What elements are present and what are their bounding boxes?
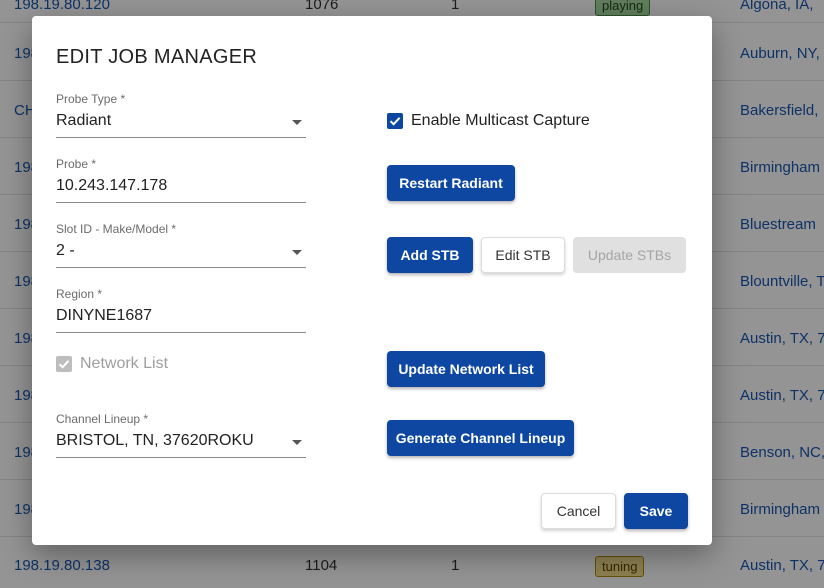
add-stb-button[interactable]: Add STB xyxy=(387,237,473,273)
field-underline xyxy=(56,457,306,458)
slot-id-select[interactable]: Slot ID - Make/Model * 2 - xyxy=(56,222,306,270)
probe-type-label: Probe Type * xyxy=(56,92,126,106)
field-underline xyxy=(56,137,306,138)
restart-radiant-button[interactable]: Restart Radiant xyxy=(387,165,515,201)
probe-input[interactable]: Probe * 10.243.147.178 xyxy=(56,157,306,205)
field-underline xyxy=(56,202,306,203)
field-underline xyxy=(56,332,306,333)
update-stbs-button[interactable]: Update STBs xyxy=(573,237,686,273)
channel-lineup-select[interactable]: Channel Lineup * BRISTOL, TN, 37620ROKU xyxy=(56,412,306,460)
channel-lineup-value: BRISTOL, TN, 37620ROKU xyxy=(56,432,254,449)
cancel-button[interactable]: Cancel xyxy=(541,493,616,529)
checkmark-icon xyxy=(58,360,70,369)
edit-stb-button[interactable]: Edit STB xyxy=(481,237,565,273)
dialog-title: EDIT JOB MANAGER xyxy=(56,46,258,68)
enable-multicast-label[interactable]: Enable Multicast Capture xyxy=(411,112,590,130)
update-network-list-button[interactable]: Update Network List xyxy=(387,351,545,387)
dropdown-arrow-icon[interactable] xyxy=(292,120,302,125)
region-input[interactable]: Region * DINYNE1687 xyxy=(56,287,306,335)
channel-lineup-label: Channel Lineup * xyxy=(56,412,149,426)
region-label: Region * xyxy=(56,287,103,301)
slot-id-label: Slot ID - Make/Model * xyxy=(56,222,177,236)
edit-job-manager-dialog: EDIT JOB MANAGER Probe Type * Radiant Pr… xyxy=(32,16,712,545)
dropdown-arrow-icon[interactable] xyxy=(292,440,302,445)
probe-label: Probe * xyxy=(56,157,97,171)
field-underline xyxy=(56,267,306,268)
generate-channel-lineup-button[interactable]: Generate Channel Lineup xyxy=(387,420,574,456)
checkmark-icon xyxy=(389,117,401,126)
probe-type-select[interactable]: Probe Type * Radiant xyxy=(56,92,306,140)
network-list-checkbox[interactable] xyxy=(56,356,72,372)
region-value[interactable]: DINYNE1687 xyxy=(56,307,152,325)
probe-value[interactable]: 10.243.147.178 xyxy=(56,177,167,195)
enable-multicast-checkbox[interactable] xyxy=(387,113,403,129)
probe-type-value: Radiant xyxy=(56,112,112,129)
dropdown-arrow-icon[interactable] xyxy=(292,250,302,255)
save-button[interactable]: Save xyxy=(624,493,688,529)
network-list-label: Network List xyxy=(80,355,169,372)
slot-id-value: 2 - xyxy=(56,242,75,259)
